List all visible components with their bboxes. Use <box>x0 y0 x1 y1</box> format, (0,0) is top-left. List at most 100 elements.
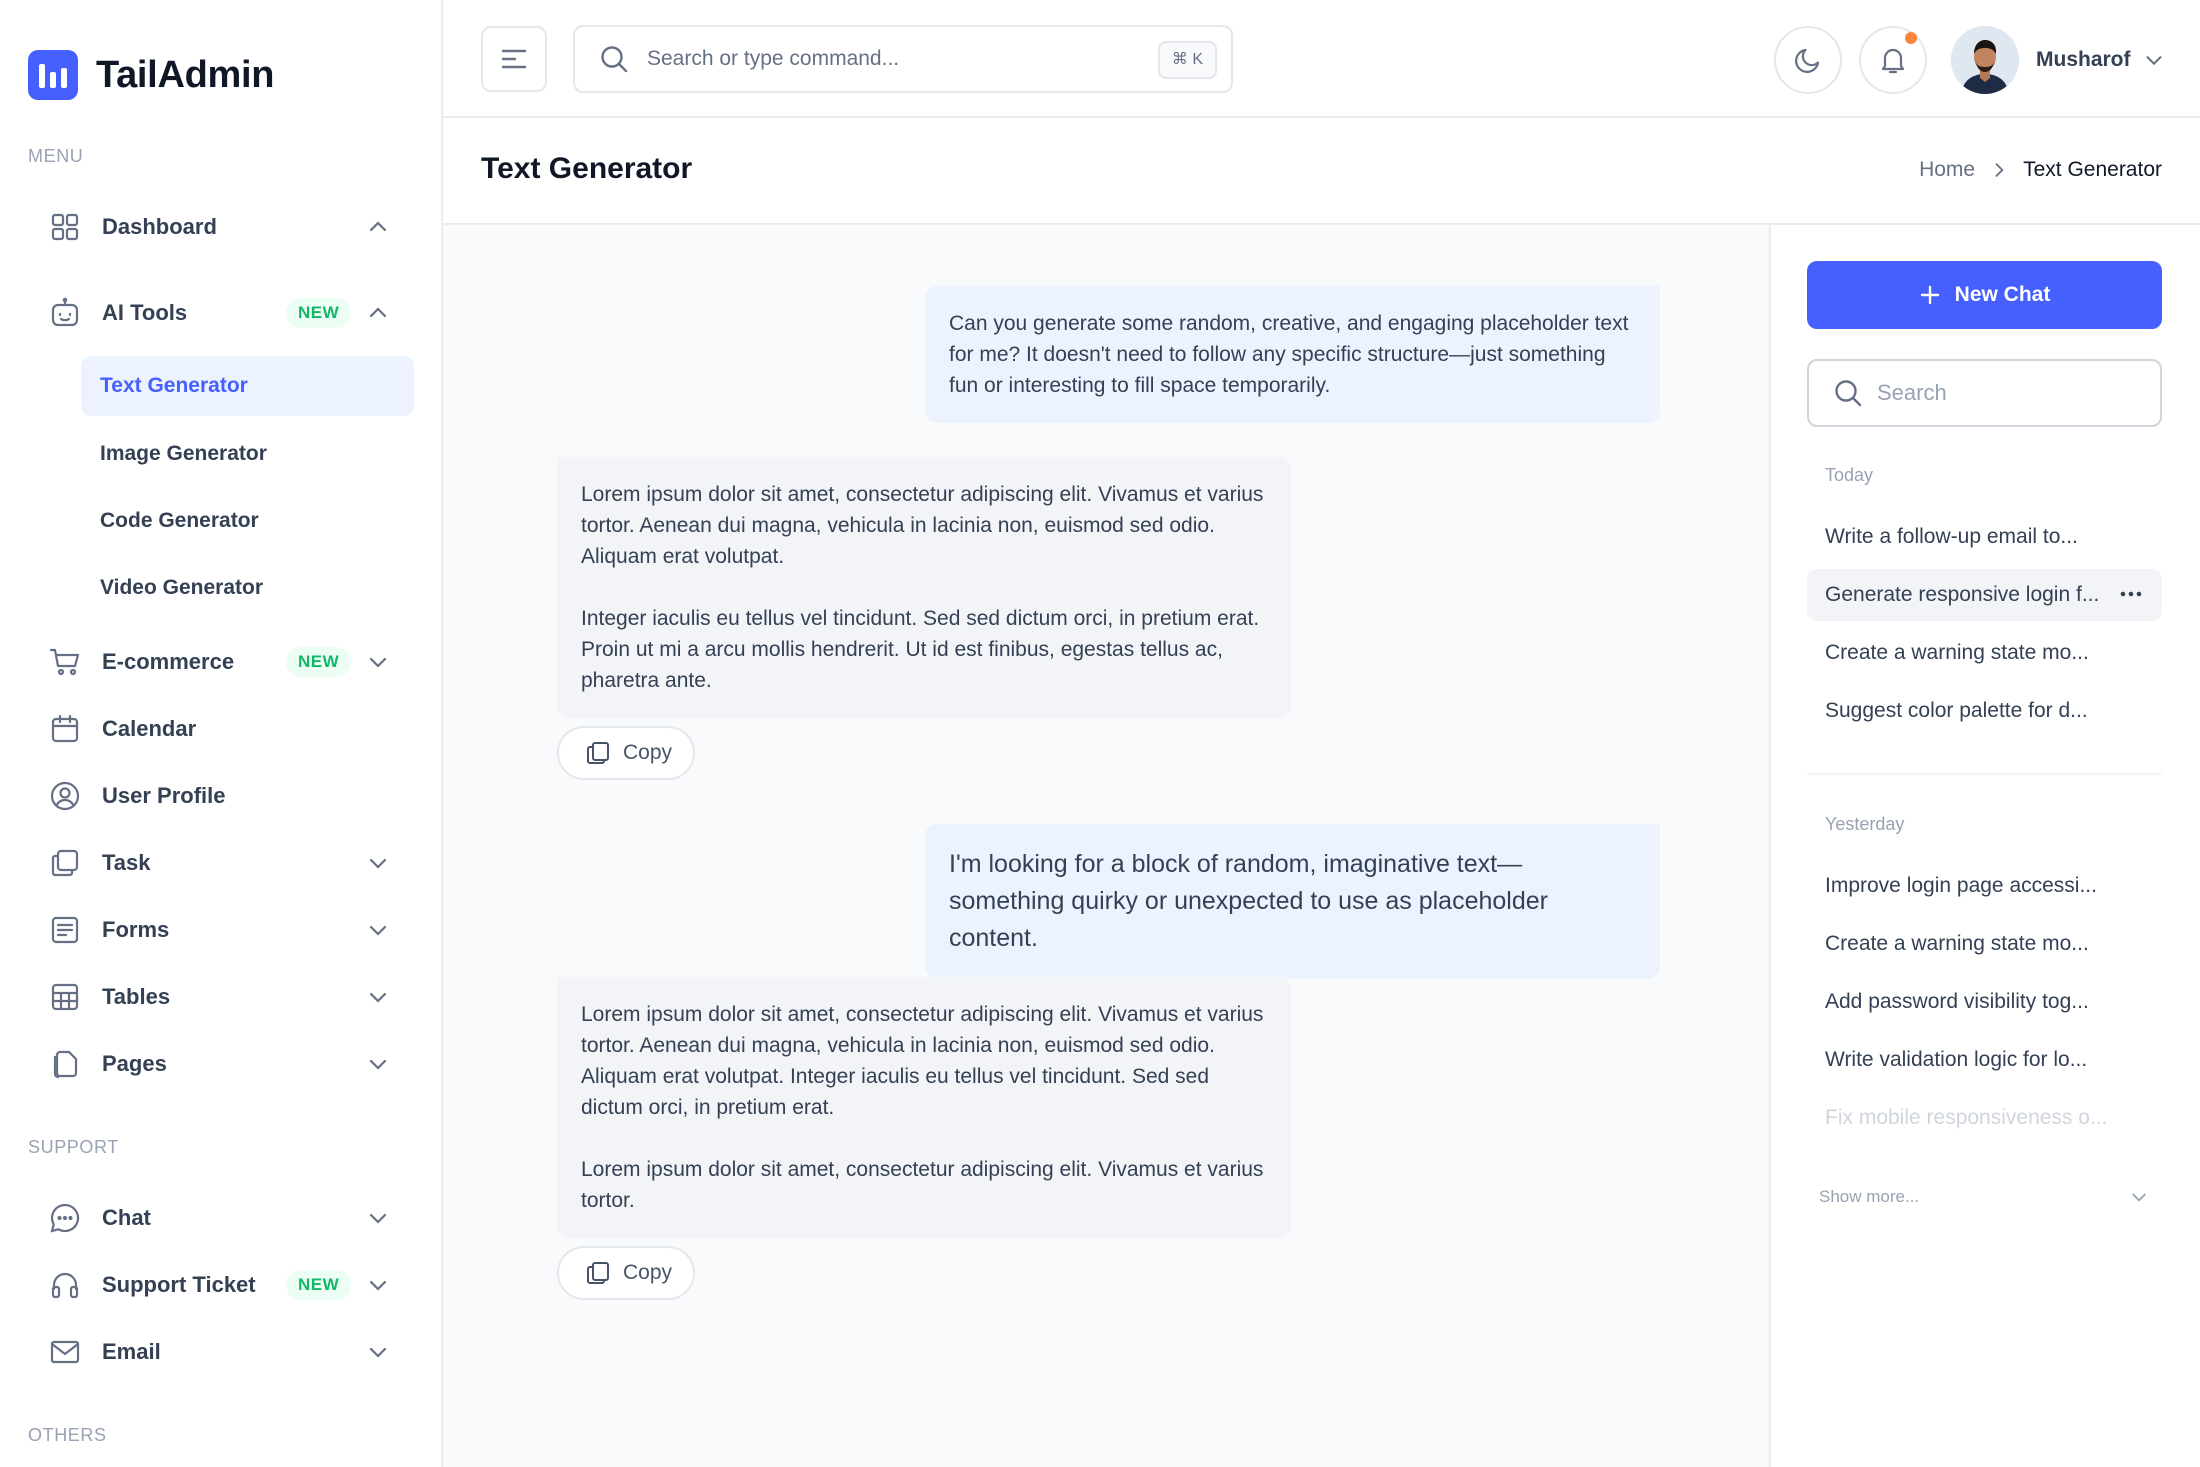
copy-button[interactable]: Copy <box>557 1246 695 1300</box>
sidebar-item-label: Chat <box>102 1205 151 1230</box>
chat-area: Can you generate some random, creative, … <box>443 225 1771 1467</box>
sidebar-item-dashboard[interactable]: Dashboard <box>30 197 412 257</box>
copy-button[interactable]: Copy <box>557 726 695 780</box>
sidebar-subitem-code-generator[interactable]: Code Generator <box>81 491 414 551</box>
history-search-input[interactable] <box>1877 380 2147 406</box>
new-badge: NEW <box>286 1270 352 1300</box>
table-icon <box>48 980 82 1014</box>
chat-icon <box>48 1201 82 1235</box>
sidebar-item-support-ticket[interactable]: Support Ticket NEW <box>30 1255 412 1315</box>
chevron-down-icon <box>2143 49 2165 71</box>
history-item-label: Generate responsive login f... <box>1825 583 2100 606</box>
sidebar-toggle-button[interactable] <box>481 26 547 92</box>
breadcrumb-home-link[interactable]: Home <box>1919 158 1975 182</box>
sidebar-item-forms[interactable]: Forms <box>30 900 412 960</box>
history-search[interactable] <box>1807 359 2162 427</box>
sidebar-item-calendar[interactable]: Calendar <box>30 699 412 759</box>
user-message: Can you generate some random, creative, … <box>925 286 1660 423</box>
headset-icon <box>48 1268 82 1302</box>
chevron-down-icon <box>2129 1187 2149 1207</box>
page-title: Text Generator <box>481 152 693 185</box>
user-menu[interactable]: Musharof <box>1951 26 2165 94</box>
dark-mode-toggle[interactable] <box>1774 26 1842 94</box>
history-item[interactable]: Write validation logic for lo... <box>1807 1034 2162 1086</box>
sidebar-item-email[interactable]: Email <box>30 1322 412 1382</box>
user-name: Musharof <box>2036 48 2131 71</box>
sidebar-item-label: E-commerce <box>102 649 235 674</box>
history-item[interactable]: Improve login page accessi... <box>1807 860 2162 912</box>
chevron-down-icon <box>366 851 390 875</box>
new-chat-label: New Chat <box>1954 283 2051 306</box>
sidebar: TailAdmin MENU Dashboard AI Tools NEW Te… <box>0 0 443 1467</box>
search-icon <box>1833 378 1863 408</box>
sidebar-item-label: AI Tools <box>102 300 188 325</box>
history-item[interactable]: Suggest color palette for d... <box>1807 685 2162 737</box>
cart-icon <box>48 645 82 679</box>
sidebar-subitem-text-generator[interactable]: Text Generator <box>81 356 414 416</box>
history-divider <box>1807 773 2162 775</box>
sidebar-item-ecommerce[interactable]: E-commerce NEW <box>30 632 412 692</box>
search-icon <box>599 44 629 74</box>
history-item[interactable]: Add password visibility tog... <box>1807 976 2162 1028</box>
assistant-message: Lorem ipsum dolor sit amet, consectetur … <box>557 457 1291 718</box>
history-item[interactable]: Write a follow-up email to... <box>1807 511 2162 563</box>
message-paragraph: Lorem ipsum dolor sit amet, consectetur … <box>581 1003 1264 1119</box>
top-header: ⌘ K Musharof <box>443 0 2200 118</box>
chevron-down-icon <box>366 650 390 674</box>
sidebar-item-label: Tables <box>102 984 171 1009</box>
pages-icon <box>48 1047 82 1081</box>
brand[interactable]: TailAdmin <box>28 50 274 100</box>
chevron-down-icon <box>366 1206 390 1230</box>
command-search[interactable]: ⌘ K <box>573 25 1233 93</box>
history-item[interactable]: Create a warning state mo... <box>1807 918 2162 970</box>
assistant-message: Lorem ipsum dolor sit amet, consectetur … <box>557 977 1291 1238</box>
sidebar-item-user-profile[interactable]: User Profile <box>30 766 412 826</box>
sidebar-item-label: Calendar <box>102 716 197 741</box>
sidebar-item-chat[interactable]: Chat <box>30 1188 412 1248</box>
shortcut-hint: ⌘ K <box>1157 41 1217 79</box>
moon-icon <box>1793 45 1823 75</box>
new-badge: NEW <box>286 647 352 677</box>
sidebar-item-label: User Profile <box>102 783 226 808</box>
sidebar-item-task[interactable]: Task <box>30 833 412 893</box>
user-message: I'm looking for a block of random, imagi… <box>925 824 1660 979</box>
sidebar-item-label: Support Ticket <box>102 1272 256 1297</box>
brand-name: TailAdmin <box>96 53 275 96</box>
robot-icon <box>48 296 82 330</box>
sidebar-item-label: Pages <box>102 1051 167 1076</box>
chevron-down-icon <box>366 985 390 1009</box>
message-paragraph: Lorem ipsum dolor sit amet, consectetur … <box>581 483 1264 568</box>
chevron-down-icon <box>366 1052 390 1076</box>
sidebar-item-tables[interactable]: Tables <box>30 967 412 1027</box>
copy-label: Copy <box>623 741 673 764</box>
support-section-label: SUPPORT <box>28 1137 119 1157</box>
user-circle-icon <box>48 779 82 813</box>
breadcrumb: Home Text Generator <box>1919 158 2162 182</box>
copy-label: Copy <box>623 1261 673 1284</box>
more-options-icon[interactable] <box>2118 581 2144 607</box>
menu-icon <box>501 48 527 70</box>
chevron-down-icon <box>366 1273 390 1297</box>
avatar <box>1951 26 2019 94</box>
sidebar-subitem-image-generator[interactable]: Image Generator <box>81 424 414 484</box>
history-item[interactable]: Create a warning state mo... <box>1807 627 2162 679</box>
show-more-button[interactable]: Show more... <box>1819 1177 2149 1217</box>
notifications-button[interactable] <box>1859 26 1927 94</box>
history-item[interactable]: Fix mobile responsiveness o... <box>1807 1092 2162 1144</box>
notification-dot <box>1905 32 1917 44</box>
search-input[interactable] <box>647 47 1127 71</box>
others-section-label: OTHERS <box>28 1425 107 1445</box>
chevron-up-icon <box>366 215 390 239</box>
plus-icon <box>1919 284 1941 306</box>
task-icon <box>48 846 82 880</box>
sidebar-item-pages[interactable]: Pages <box>30 1034 412 1094</box>
sidebar-item-label: Task <box>102 850 151 875</box>
sidebar-subitem-video-generator[interactable]: Video Generator <box>81 558 414 618</box>
sidebar-item-ai-tools[interactable]: AI Tools NEW <box>30 283 412 343</box>
new-chat-button[interactable]: New Chat <box>1807 261 2162 329</box>
chevron-up-icon <box>366 301 390 325</box>
history-item[interactable]: Generate responsive login f... <box>1807 569 2162 621</box>
form-icon <box>48 913 82 947</box>
copy-icon <box>585 740 611 766</box>
sidebar-item-label: Dashboard <box>102 214 217 239</box>
